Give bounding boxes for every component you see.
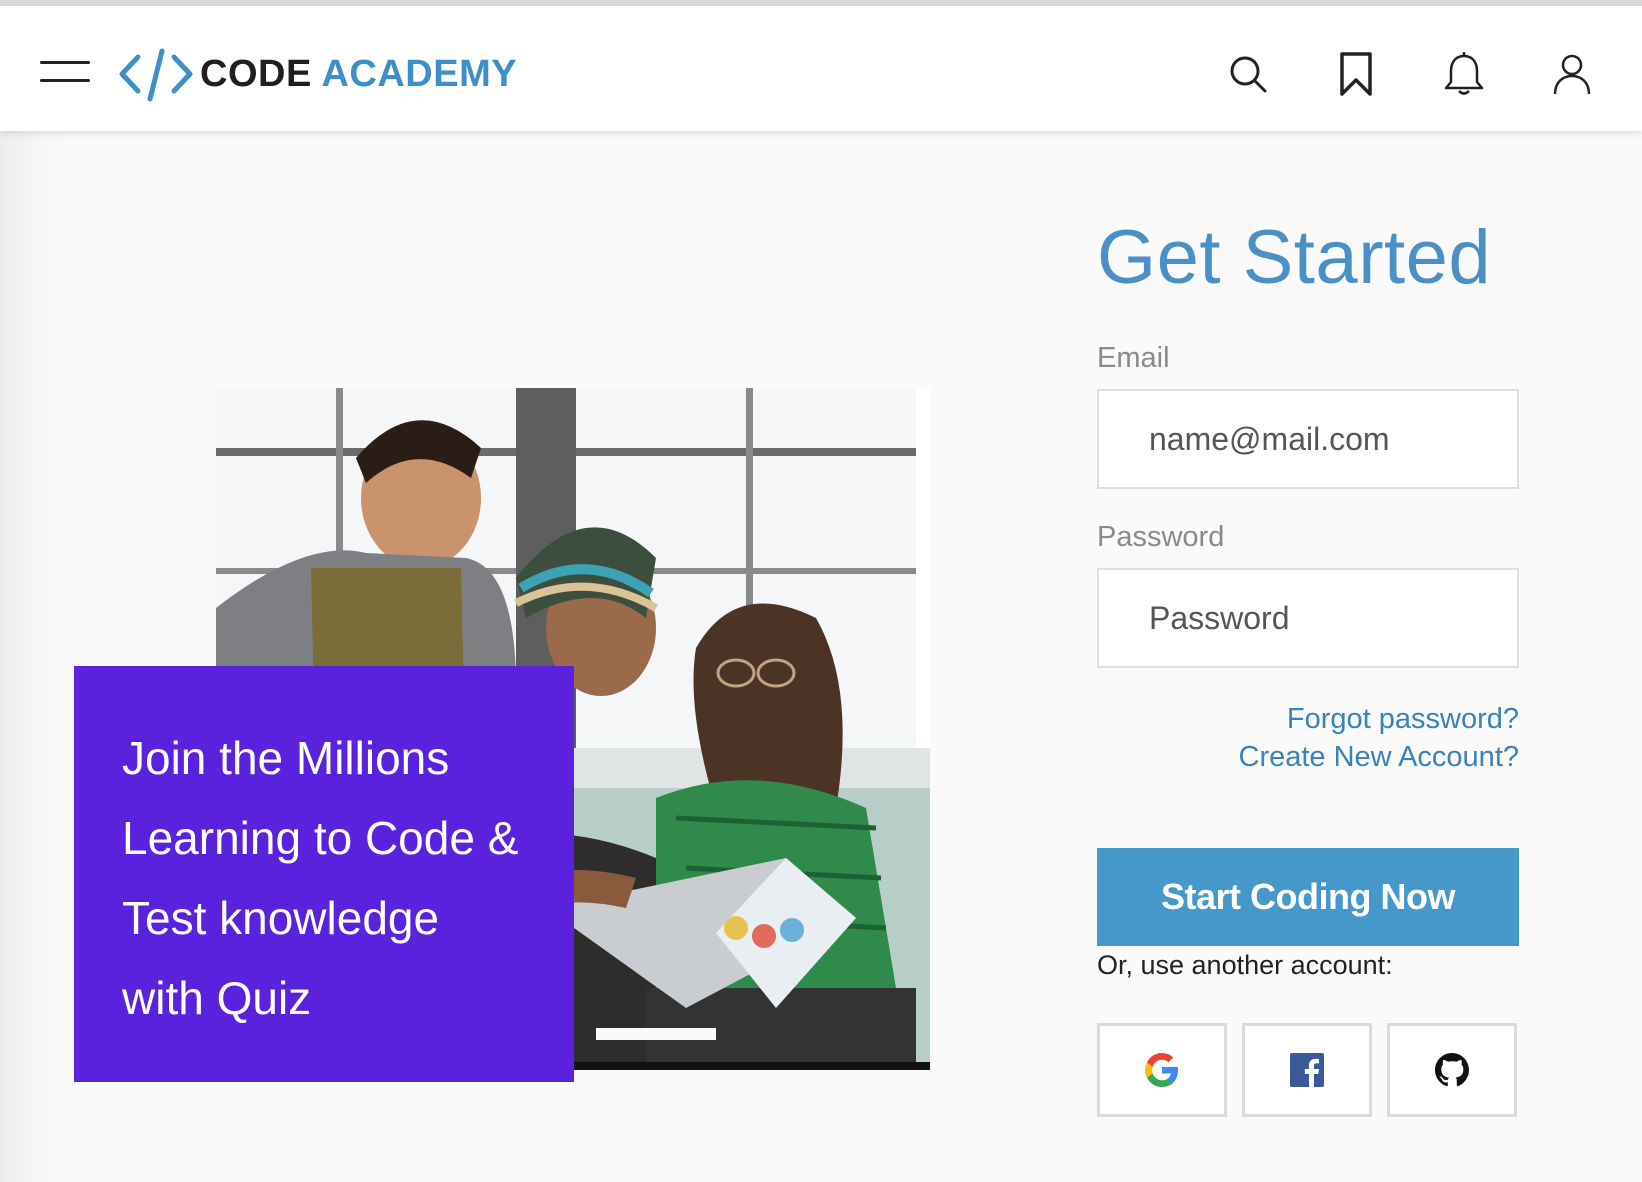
github-icon [1435,1053,1469,1087]
start-coding-button[interactable]: Start Coding Now [1097,848,1519,946]
google-login-button[interactable] [1097,1023,1227,1117]
user-icon[interactable] [1544,46,1600,102]
google-icon [1145,1053,1178,1087]
promo-line: Join the Millions [122,732,450,784]
create-account-link[interactable]: Create New Account? [1097,738,1519,776]
promo-line: Test knowledge [122,892,440,944]
promo-banner: Join the Millions Learning to Code & Tes… [74,666,574,1082]
forgot-password-link[interactable]: Forgot password? [1097,700,1519,738]
password-label: Password [1097,521,1225,553]
alt-account-text: Or, use another account: [1097,950,1393,980]
email-field[interactable] [1097,389,1519,489]
facebook-icon [1290,1053,1324,1087]
logo-code-text: CODE [200,52,312,95]
promo-line: with Quiz [122,972,312,1024]
logo-academy-text: ACADEMY [321,52,518,95]
account-links: Forgot password? Create New Account? [1097,700,1519,776]
app-header: CODE ACADEMY [0,6,1642,131]
site-logo[interactable]: CODE ACADEMY [116,44,517,104]
menu-icon[interactable] [38,51,92,91]
facebook-login-button[interactable] [1242,1023,1372,1117]
bell-icon[interactable] [1436,46,1492,102]
password-field[interactable] [1097,568,1519,668]
social-login-group [1097,1023,1519,1117]
code-brackets-icon [119,48,193,102]
promo-line: Learning to Code & [122,812,519,864]
form-title: Get Started [1097,215,1492,300]
github-login-button[interactable] [1387,1023,1517,1117]
email-label: Email [1097,342,1170,374]
search-icon[interactable] [1220,46,1276,102]
login-form: Get Started Email Password Forgot passwo… [1097,210,1519,1117]
bookmark-icon[interactable] [1328,46,1384,102]
